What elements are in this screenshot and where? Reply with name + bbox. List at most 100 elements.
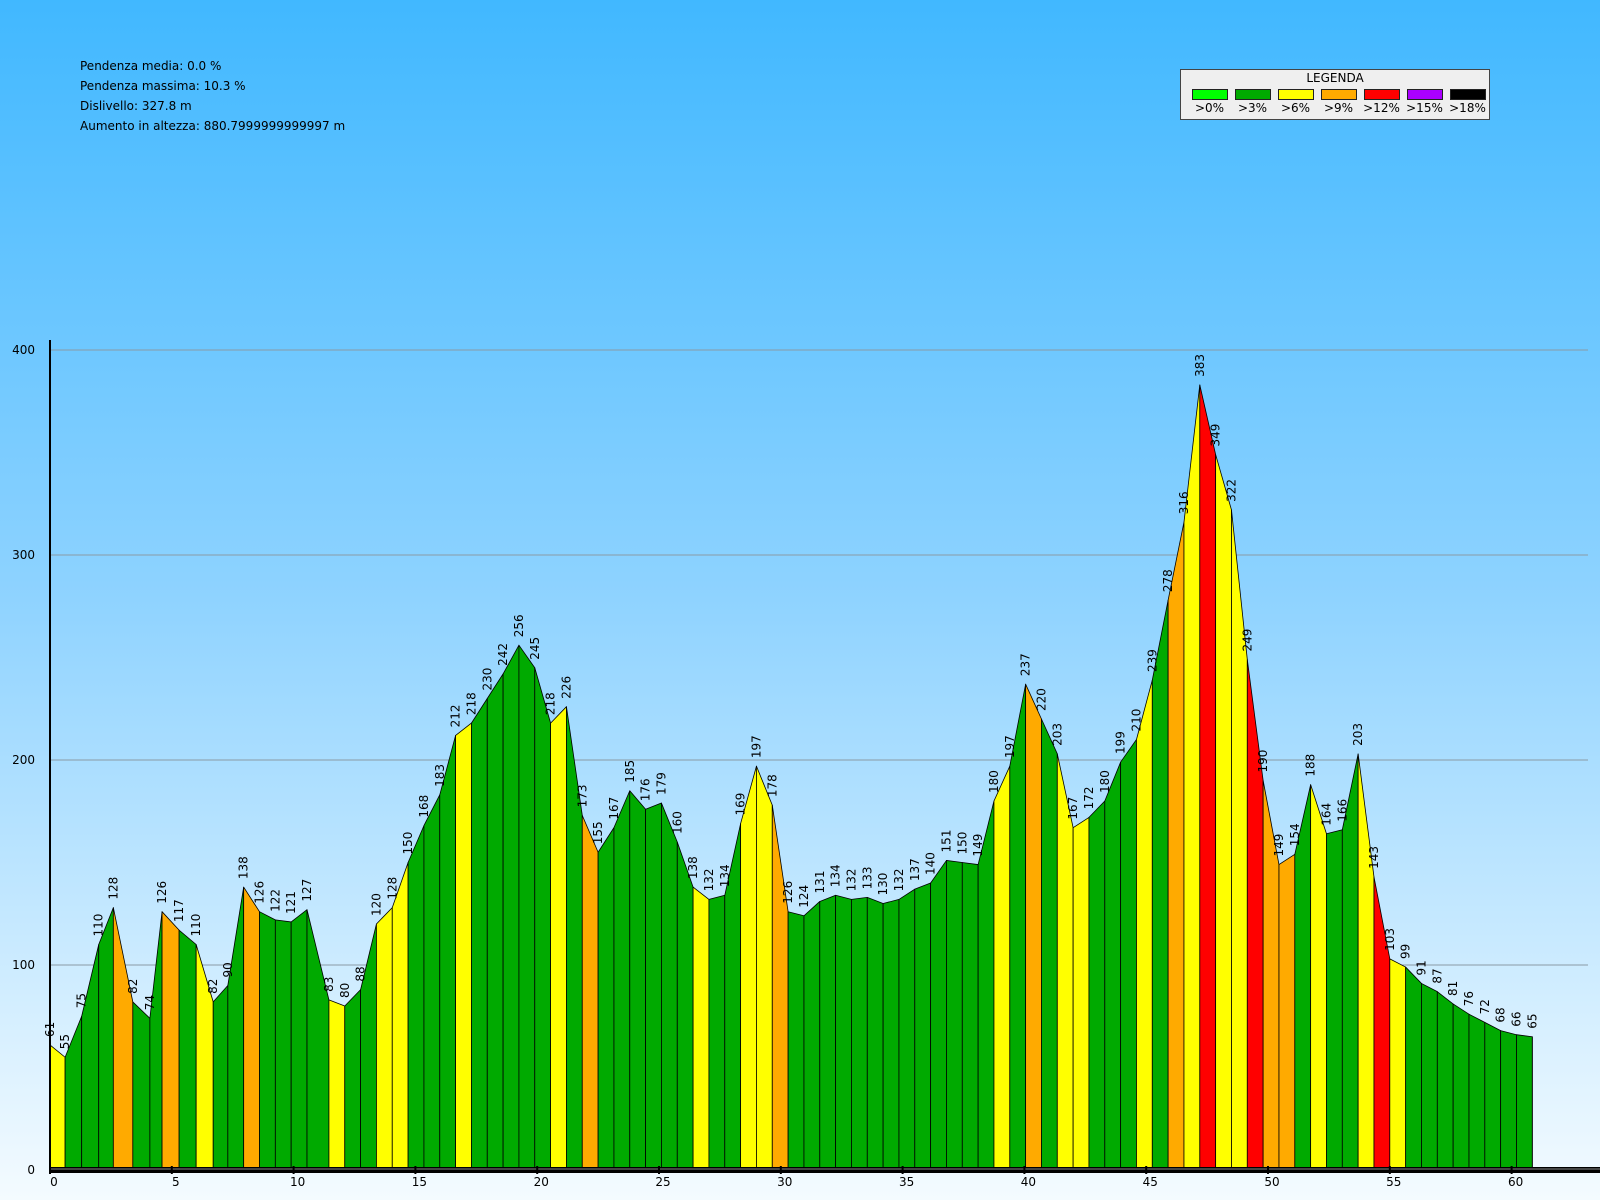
elevation-label-32: 226 <box>559 676 573 699</box>
profile-segment-6 <box>149 911 163 1171</box>
profile-segment-28 <box>502 644 520 1171</box>
elevation-label-47: 124 <box>797 885 811 908</box>
elevation-label-85: 99 <box>1399 944 1413 959</box>
profile-segment-39 <box>676 841 694 1171</box>
elevation-label-48: 131 <box>813 871 827 894</box>
y-tick-label-4: 400 <box>12 343 35 357</box>
elevation-label-72: 383 <box>1193 354 1207 377</box>
profile-segment-85 <box>1405 966 1422 1171</box>
elevation-label-67: 199 <box>1114 731 1128 754</box>
x-tick-label-6: 30 <box>777 1175 792 1189</box>
profile-segment-18 <box>344 989 361 1171</box>
y-tick-label-3: 300 <box>12 548 35 562</box>
profile-segment-7 <box>161 911 180 1171</box>
elevation-label-27: 230 <box>480 668 494 691</box>
profile-segment-24 <box>439 735 456 1171</box>
elevation-label-64: 167 <box>1066 797 1080 820</box>
profile-segment-88 <box>1452 1003 1470 1171</box>
elevation-label-1: 55 <box>58 1034 72 1049</box>
elevation-label-49: 134 <box>829 864 843 887</box>
profile-segment-69 <box>1151 599 1169 1171</box>
profile-segment-73 <box>1215 454 1232 1171</box>
elevation-label-8: 117 <box>172 899 186 922</box>
elevation-label-19: 88 <box>354 966 368 981</box>
elevation-label-16: 127 <box>300 879 314 902</box>
x-tick-5 <box>658 1166 661 1174</box>
profile-segment-59 <box>993 765 1011 1171</box>
elevation-label-28: 242 <box>496 643 510 666</box>
elevation-label-57: 150 <box>955 832 969 855</box>
profile-segment-19 <box>360 923 377 1171</box>
profile-segment-15 <box>290 909 308 1171</box>
profile-segment-9 <box>195 944 214 1171</box>
elevation-label-70: 278 <box>1161 569 1175 592</box>
elevation-label-29: 256 <box>512 614 526 637</box>
profile-segment-2 <box>81 944 100 1171</box>
elevation-label-83: 143 <box>1367 846 1381 869</box>
profile-segment-4 <box>112 907 134 1171</box>
elevation-label-35: 167 <box>607 797 621 820</box>
elevation-label-41: 132 <box>702 868 716 891</box>
x-tick-4 <box>536 1166 539 1174</box>
profile-segment-33 <box>581 814 599 1171</box>
profile-segment-53 <box>898 888 916 1171</box>
elevation-label-78: 154 <box>1288 823 1302 846</box>
profile-segment-37 <box>645 802 662 1171</box>
profile-segment-27 <box>486 673 504 1171</box>
profile-segment-64 <box>1072 817 1090 1171</box>
profile-segment-82 <box>1357 753 1375 1171</box>
x-tick-10 <box>1267 1166 1270 1174</box>
profile-segment-35 <box>613 790 631 1171</box>
profile-segment-29 <box>518 644 536 1171</box>
profile-segment-25 <box>455 722 472 1171</box>
profile-segment-41 <box>708 894 726 1171</box>
profile-segment-70 <box>1167 521 1185 1171</box>
elevation-label-81: 166 <box>1335 799 1349 822</box>
elevation-label-89: 76 <box>1462 991 1476 1006</box>
profile-segment-61 <box>1025 683 1042 1171</box>
elevation-label-90: 72 <box>1478 999 1492 1014</box>
profile-segment-87 <box>1436 991 1454 1171</box>
x-axis-inner <box>50 1168 1600 1170</box>
elevation-label-34: 155 <box>591 821 605 844</box>
profile-segment-50 <box>851 896 868 1171</box>
x-tick-label-5: 25 <box>655 1175 670 1189</box>
elevation-profile-chart: 6155751101288274126117110829013812612212… <box>12 340 1600 1189</box>
profile-segment-57 <box>961 862 979 1171</box>
x-tick-label-2: 10 <box>290 1175 305 1189</box>
elevation-label-7: 126 <box>155 881 169 904</box>
x-tick-7 <box>901 1166 904 1174</box>
elevation-label-62: 220 <box>1034 688 1048 711</box>
x-tick-label-4: 20 <box>534 1175 549 1189</box>
x-tick-label-9: 45 <box>1143 1175 1158 1189</box>
elevation-label-86: 91 <box>1414 960 1428 975</box>
elevation-label-53: 132 <box>892 868 906 891</box>
elevation-label-76: 190 <box>1256 750 1270 773</box>
elevation-label-22: 150 <box>401 832 415 855</box>
elevation-label-56: 151 <box>939 830 953 853</box>
elevation-label-26: 218 <box>464 692 478 715</box>
profile-segment-66 <box>1104 761 1122 1171</box>
elevation-label-4: 128 <box>106 877 120 900</box>
profile-segment-43 <box>740 765 757 1171</box>
elevation-label-73: 349 <box>1209 424 1223 447</box>
elevation-label-9: 110 <box>189 914 203 937</box>
profile-segment-36 <box>629 790 647 1171</box>
elevation-label-25: 212 <box>449 704 463 727</box>
x-tick-label-8: 40 <box>1021 1175 1036 1189</box>
elevation-label-51: 133 <box>860 866 874 889</box>
elevation-label-75: 249 <box>1240 629 1254 652</box>
elevation-label-63: 203 <box>1050 723 1064 746</box>
elevation-label-12: 138 <box>237 856 251 879</box>
profile-segment-51 <box>866 896 884 1171</box>
elevation-label-61: 237 <box>1019 653 1033 676</box>
elevation-label-15: 121 <box>284 891 298 914</box>
profile-segment-49 <box>835 894 852 1171</box>
elevation-label-79: 188 <box>1304 754 1318 777</box>
elevation-label-37: 176 <box>639 778 653 801</box>
profile-segment-46 <box>787 911 805 1171</box>
elevation-label-33: 173 <box>575 784 589 807</box>
profile-segment-13 <box>259 911 276 1171</box>
elevation-label-91: 68 <box>1494 1007 1508 1022</box>
profile-segment-83 <box>1373 876 1391 1171</box>
